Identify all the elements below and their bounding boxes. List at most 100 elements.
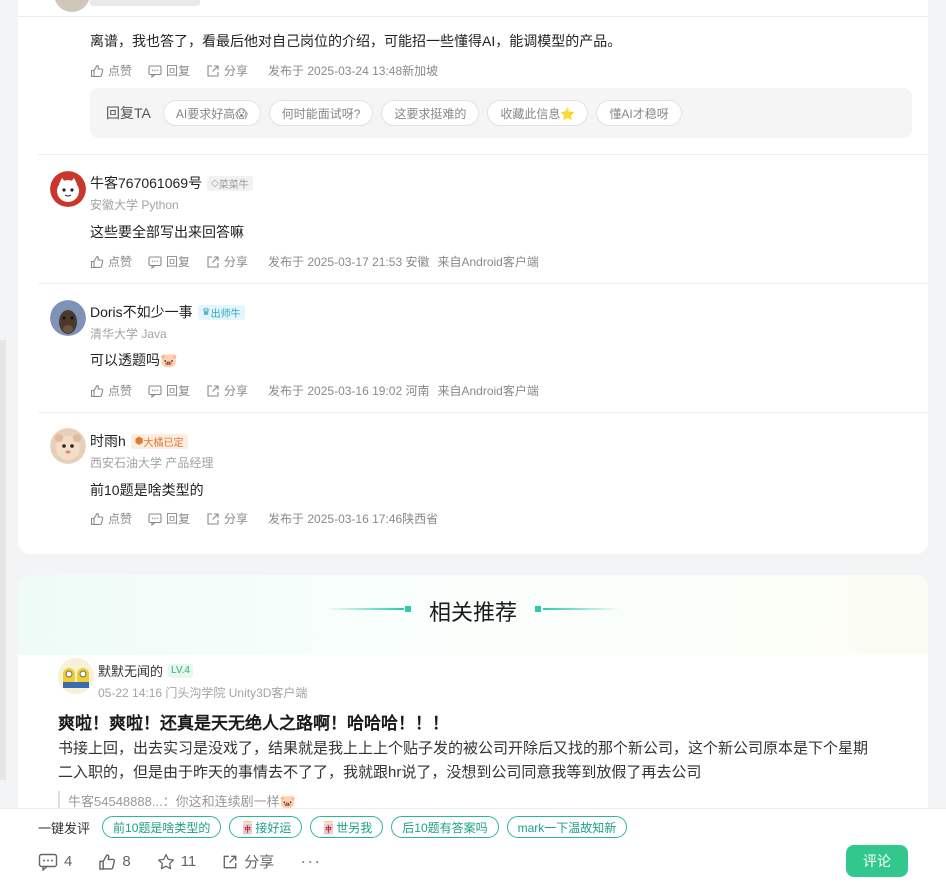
author-school: 清华大学 Java xyxy=(90,327,167,341)
quick-comment-label: 一键发评 xyxy=(38,820,91,836)
reply-chip[interactable]: 收藏此信息⭐ xyxy=(487,100,589,126)
post-title[interactable]: 爽啦！爽啦！还真是天无绝人之路啊！哈哈哈！！！ xyxy=(58,709,449,734)
avatar[interactable] xyxy=(50,428,86,464)
comment-author: 时雨h ⬢ 大橘已定 xyxy=(90,431,188,451)
share-label: 分享 xyxy=(224,384,249,398)
thumbs-up-icon xyxy=(90,512,104,525)
quick-comment-row: 一键发评 前10题是啥类型的 🀄接好运 🀄世另我 后10题有答案吗 mark一下… xyxy=(38,816,635,838)
reply-ta-label: 回复TA xyxy=(106,105,151,121)
share-icon xyxy=(207,384,219,397)
badge-label: 大橘已定 xyxy=(143,437,184,449)
comment-time: 发布于 2025-03-17 21:53 安徽 xyxy=(268,255,430,269)
post-author: 默默无闻的 LV.4 xyxy=(98,661,193,680)
status-badge: ◇ 菜菜牛 xyxy=(207,175,253,191)
comment-icon xyxy=(148,255,162,269)
divider xyxy=(38,154,928,155)
share-label: 分享 xyxy=(224,512,249,526)
author-name[interactable]: Doris不如少一事 xyxy=(90,302,193,322)
more-icon[interactable]: ··· xyxy=(300,851,321,872)
thumbs-up-icon xyxy=(90,255,104,268)
author-name[interactable]: 牛客767061069号 xyxy=(90,173,202,193)
avatar[interactable] xyxy=(50,300,86,336)
comment-source: 来自Android客户端 xyxy=(437,384,539,398)
previous-comment-cutoff xyxy=(18,0,928,17)
reply-action[interactable]: 回复 xyxy=(148,253,190,270)
reply-action[interactable]: 回复 xyxy=(148,382,190,399)
share-icon xyxy=(207,64,219,77)
thumbs-up-icon xyxy=(90,384,104,397)
quick-comment-chip[interactable]: mark一下温故知新 xyxy=(506,816,628,838)
reply-suggestion-box: 回复TA AI要求好高😱 何时能面试呀? 这要求挺难的 收藏此信息⭐ 懂AI才稳… xyxy=(90,88,912,138)
level-badge: LV.4 xyxy=(168,663,193,678)
comment-text: 离谱，我也答了，看最后他对自己岗位的介绍，可能招一些懂得AI，能调模型的产品。 xyxy=(90,33,622,49)
bottom-action-bar: 一键发评 前10题是啥类型的 🀄接好运 🀄世另我 后10题有答案吗 mark一下… xyxy=(0,808,946,884)
author-school: 西安石油大学 产品经理 xyxy=(90,456,214,470)
like-label: 点赞 xyxy=(108,255,133,269)
comment-time: 发布于 2025-03-16 19:02 河南 xyxy=(268,384,430,398)
reply-chip[interactable]: 这要求挺难的 xyxy=(381,100,480,126)
likes-stat[interactable]: 8 xyxy=(98,853,131,871)
like-label: 点赞 xyxy=(108,384,133,398)
like-action[interactable]: 点赞 xyxy=(90,382,132,399)
share-icon xyxy=(207,512,219,525)
comment-button[interactable]: 评论 xyxy=(846,845,908,877)
like-label: 点赞 xyxy=(108,64,133,78)
post-stats: 4 8 11 分享 ··· xyxy=(38,851,321,872)
avatar[interactable] xyxy=(50,171,86,207)
share-label: 分享 xyxy=(224,64,249,78)
reply-label: 回复 xyxy=(166,64,191,78)
comment-time: 发布于 2025-03-24 13:48新加坡 xyxy=(268,64,439,78)
share-icon xyxy=(207,255,219,268)
avatar[interactable] xyxy=(58,658,94,694)
reply-action[interactable]: 回复 xyxy=(148,510,190,527)
reply-label: 回复 xyxy=(166,255,191,269)
comment-meta: 点赞 回复 分享 发布于 2025-03-17 21:53 安徽 来自Andro… xyxy=(90,253,539,270)
thumbs-up-icon xyxy=(90,64,104,77)
reply-chip[interactable]: 何时能面试呀? xyxy=(268,100,374,126)
post-body[interactable]: 书接上回，出去实习是没戏了，结果就是我上上上个贴子发的被公司开除后又找的那个新公… xyxy=(58,737,878,785)
cut-off-text xyxy=(90,0,200,6)
star-icon xyxy=(157,853,174,869)
like-action[interactable]: 点赞 xyxy=(90,62,132,79)
comment-author: 牛客767061069号 ◇ 菜菜牛 xyxy=(90,173,253,193)
avatar xyxy=(54,0,90,12)
favorites-stat[interactable]: 11 xyxy=(157,853,197,871)
comment-text: 这些要全部写出来回答嘛 xyxy=(90,224,244,240)
status-badge: ♛ 出师牛 xyxy=(197,304,245,320)
author-school: 安徽大学 Python xyxy=(90,198,179,212)
share-action[interactable]: 分享 xyxy=(206,62,248,79)
author-name[interactable]: 时雨h xyxy=(90,431,126,451)
like-action[interactable]: 点赞 xyxy=(90,253,132,270)
reply-chip[interactable]: 懂AI才稳呀 xyxy=(596,100,682,126)
reply-chip[interactable]: AI要求好高😱 xyxy=(162,100,261,126)
comment-meta: 点赞 回复 分享 发布于 2025-03-16 19:02 河南 来自Andro… xyxy=(90,382,539,399)
author-name[interactable]: 默默无闻的 xyxy=(98,661,163,680)
like-label: 点赞 xyxy=(108,512,133,526)
comment-text: 可以透题吗🐷 xyxy=(90,352,178,368)
reply-label: 回复 xyxy=(166,384,191,398)
quick-comment-chip[interactable]: 后10题有答案吗 xyxy=(391,816,499,838)
comment-icon xyxy=(148,512,162,526)
share-label: 分享 xyxy=(224,255,249,269)
share-action[interactable]: 分享 xyxy=(206,253,248,270)
share-label: 分享 xyxy=(244,854,275,871)
comment-icon xyxy=(148,384,162,398)
quick-comment-chip[interactable]: 前10题是啥类型的 xyxy=(102,816,222,838)
comments-stat[interactable]: 4 xyxy=(38,853,72,871)
comment-meta: 点赞 回复 分享 发布于 2025-03-24 13:48新加坡 xyxy=(90,62,438,79)
comment-time: 发布于 2025-03-16 17:46陕西省 xyxy=(268,512,439,526)
divider xyxy=(38,412,928,413)
quick-comment-chip[interactable]: 🀄世另我 xyxy=(310,816,384,838)
reply-action[interactable]: 回复 xyxy=(148,62,190,79)
share-stat[interactable]: 分享 xyxy=(222,851,274,872)
like-action[interactable]: 点赞 xyxy=(90,510,132,527)
share-action[interactable]: 分享 xyxy=(206,382,248,399)
page-left-edge xyxy=(0,340,6,780)
post-meta: 05-22 14:16 门头沟学院 Unity3D客户端 xyxy=(98,686,308,700)
comments-count: 4 xyxy=(64,853,73,870)
share-action[interactable]: 分享 xyxy=(206,510,248,527)
comment-source: 来自Android客户端 xyxy=(437,255,539,269)
quick-comment-chip[interactable]: 🀄接好运 xyxy=(229,816,303,838)
stars-count: 11 xyxy=(180,853,197,870)
comment-author: Doris不如少一事 ♛ 出师牛 xyxy=(90,302,245,322)
